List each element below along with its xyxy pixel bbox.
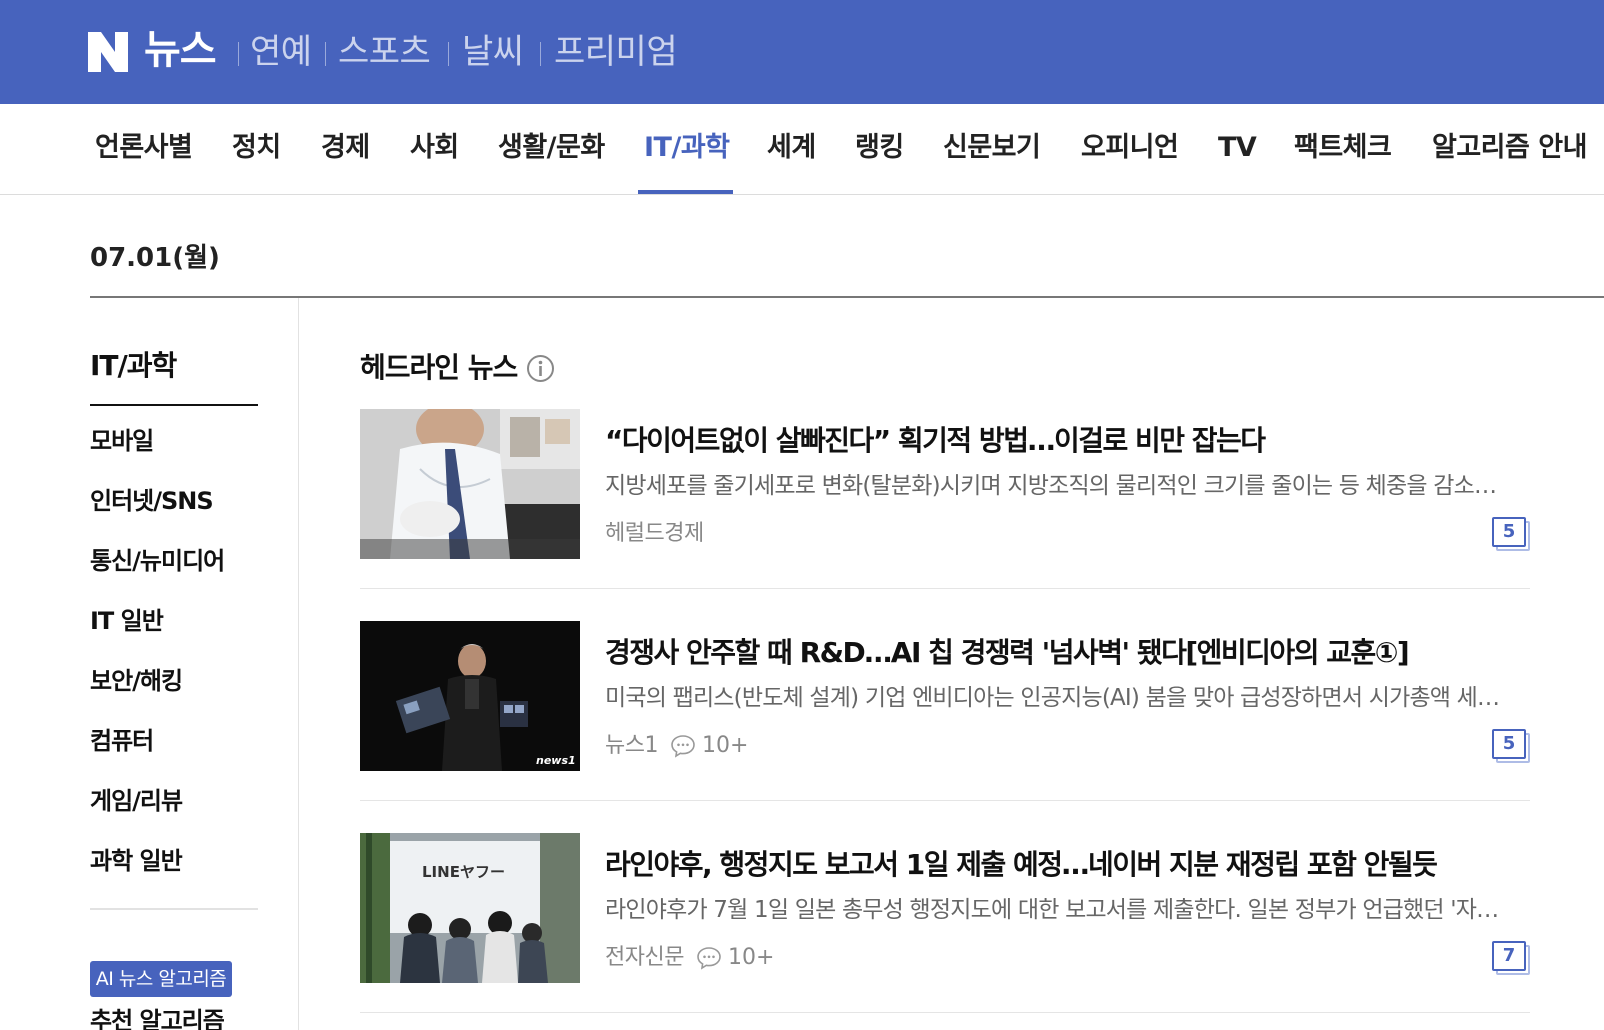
tab-press[interactable]: 언론사별: [95, 128, 193, 168]
headline-news-title: 헤드라인 뉴스: [360, 351, 518, 384]
article-thumbnail[interactable]: [360, 409, 580, 559]
tab-life-culture[interactable]: 생활/문화: [498, 128, 605, 168]
related-articles-button[interactable]: 5: [1492, 517, 1530, 551]
info-icon[interactable]: [526, 354, 555, 383]
sidebar-item-science[interactable]: 과학 일반: [90, 844, 183, 878]
lineyahoo-sign-text: LINEヤフー: [422, 863, 505, 881]
article-meta: 전자신문 10+: [605, 941, 774, 975]
service-link-sports[interactable]: 스포츠: [338, 30, 431, 74]
press-name[interactable]: 헤럴드경제: [605, 517, 704, 551]
related-articles-button[interactable]: 5: [1492, 729, 1530, 763]
service-link-premium[interactable]: 프리미엄: [554, 30, 678, 74]
page-date: 07.01(월): [90, 243, 220, 273]
news-logo-label[interactable]: 뉴스: [144, 26, 217, 74]
tab-world[interactable]: 세계: [767, 128, 816, 168]
news1-watermark: news1: [536, 754, 576, 767]
article-meta: 뉴스1 10+: [605, 729, 748, 763]
tab-politics[interactable]: 정치: [232, 128, 281, 168]
article-thumbnail[interactable]: news1: [360, 621, 580, 771]
ai-news-algorithm-badge[interactable]: AI 뉴스 알고리즘: [90, 961, 232, 997]
tab-economy[interactable]: 경제: [321, 128, 370, 168]
article-title[interactable]: 라인야후, 행정지도 보고서 1일 제출 예정…네이버 지분 재정립 포함 안될…: [605, 845, 1505, 885]
article-title[interactable]: 경쟁사 안주할 때 R&D…AI 칩 경쟁력 '넘사벽' 됐다[엔비디아의 교훈…: [605, 633, 1505, 673]
sidebar-item-mobile[interactable]: 모바일: [90, 424, 154, 458]
comment-count[interactable]: 10+: [728, 941, 774, 975]
related-articles-button[interactable]: 7: [1492, 941, 1530, 975]
article-title[interactable]: “다이어트없이 살빠진다” 획기적 방법…이걸로 비만 잡는다: [605, 421, 1505, 461]
article-summary[interactable]: 미국의 팹리스(반도체 설계) 기업 엔비디아는 인공지능(AI) 붐을 맞아 …: [605, 681, 1505, 715]
recommend-algorithm-link[interactable]: 추천 알고리즘: [90, 1004, 225, 1030]
category-nav: 언론사별 정치 경제 사회 생활/문화 IT/과학 세계 랭킹 신문보기 오피니…: [0, 104, 1604, 195]
service-link-weather[interactable]: 날씨: [462, 30, 524, 74]
service-separator: [238, 42, 239, 66]
article-divider: [360, 1012, 1530, 1013]
service-separator: [540, 42, 541, 66]
date-divider: [90, 296, 1604, 298]
service-link-entertainment[interactable]: 연예: [250, 30, 312, 74]
tab-society[interactable]: 사회: [410, 128, 459, 168]
tab-tv[interactable]: TV: [1218, 128, 1257, 168]
sidebar-item-telecom[interactable]: 통신/뉴미디어: [90, 544, 225, 578]
service-separator: [448, 42, 449, 66]
top-header-bar: 뉴스 연예 스포츠 날씨 프리미엄: [0, 0, 1604, 104]
active-tab-indicator: [638, 190, 733, 194]
tab-factcheck[interactable]: 팩트체크: [1294, 128, 1392, 168]
sidebar-item-it-general[interactable]: IT 일반: [90, 604, 164, 638]
press-name[interactable]: 전자신문: [605, 941, 684, 975]
sidebar-title-underline: [90, 404, 258, 406]
press-name[interactable]: 뉴스1: [605, 729, 658, 763]
article-meta: 헤럴드경제: [605, 517, 704, 551]
article-divider: [360, 588, 1530, 589]
article-thumbnail[interactable]: LINEヤフー: [360, 833, 580, 983]
article-summary[interactable]: 지방세포를 줄기세포로 변화(탈분화)시키며 지방조직의 물리적인 크기를 줄이…: [605, 469, 1505, 503]
sidebar-title[interactable]: IT/과학: [90, 346, 177, 386]
related-count: 5: [1492, 729, 1526, 759]
sidebar-divider-bottom: [90, 908, 258, 910]
article-summary[interactable]: 라인야후가 7월 1일 일본 총무성 행정지도에 대한 보고서를 제출한다. 일…: [605, 893, 1505, 927]
headline-article[interactable]: “다이어트없이 살빠진다” 획기적 방법…이걸로 비만 잡는다 지방세포를 줄기…: [360, 409, 1530, 621]
tab-newspaper[interactable]: 신문보기: [943, 128, 1041, 168]
tab-opinion[interactable]: 오피니언: [1081, 128, 1179, 168]
tab-algorithm-guide[interactable]: 알고리즘 안내: [1432, 128, 1587, 168]
sidebar-item-internet-sns[interactable]: 인터넷/SNS: [90, 484, 214, 518]
related-count: 5: [1492, 517, 1526, 547]
headline-article[interactable]: LINEヤフー 라인야후, 행정지도 보고서 1일 제출 예정…네이버 지분 재…: [360, 833, 1530, 1030]
naver-logo-icon[interactable]: [88, 32, 128, 72]
tab-it-science[interactable]: IT/과학: [644, 128, 730, 168]
sidebar-divider: [298, 298, 299, 1030]
speech-bubble-icon[interactable]: [696, 945, 722, 971]
related-count: 7: [1492, 941, 1526, 971]
speech-bubble-icon[interactable]: [670, 733, 696, 759]
sidebar-item-game-review[interactable]: 게임/리뷰: [90, 784, 183, 818]
headline-article[interactable]: news1 경쟁사 안주할 때 R&D…AI 칩 경쟁력 '넘사벽' 됐다[엔비…: [360, 621, 1530, 833]
article-divider: [360, 800, 1530, 801]
tab-ranking[interactable]: 랭킹: [855, 128, 904, 168]
service-separator: [325, 42, 326, 66]
sidebar-item-security[interactable]: 보안/해킹: [90, 664, 183, 698]
comment-count[interactable]: 10+: [702, 729, 748, 763]
sidebar-item-computer[interactable]: 컴퓨터: [90, 724, 154, 758]
